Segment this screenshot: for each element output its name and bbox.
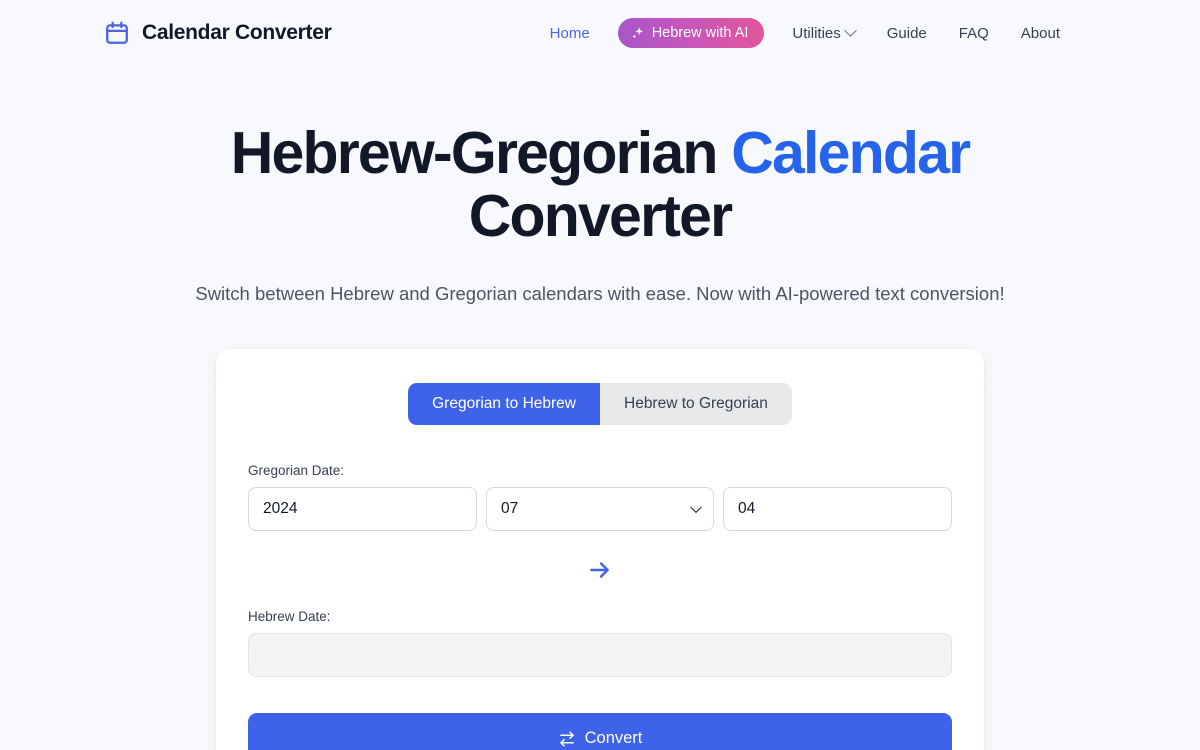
converter-card: Gregorian to Hebrew Hebrew to Gregorian …	[216, 349, 984, 750]
month-select-wrapper: 07	[486, 486, 714, 531]
year-input[interactable]	[248, 486, 477, 531]
gregorian-date-row: 07	[248, 486, 952, 531]
site-header: Calendar Converter Home Hebrew with AI U…	[0, 0, 1200, 66]
nav-item-guide[interactable]: Guide	[871, 19, 943, 48]
brand-logo[interactable]: Calendar Converter	[104, 20, 332, 46]
page-subtitle: Switch between Hebrew and Gregorian cale…	[195, 283, 1005, 305]
tab-gregorian-to-hebrew[interactable]: Gregorian to Hebrew	[408, 383, 600, 425]
nav-item-home[interactable]: Home	[534, 19, 606, 48]
nav-item-guide-label: Guide	[886, 24, 927, 42]
nav-item-faq[interactable]: FAQ	[943, 19, 1005, 48]
hebrew-date-label: Hebrew Date:	[248, 608, 331, 624]
nav-item-utilities-label: Utilities	[792, 24, 841, 42]
month-select[interactable]: 07	[486, 486, 714, 531]
page-title: Hebrew-Gregorian Calendar Converter	[220, 122, 980, 247]
sparkles-icon	[631, 26, 646, 41]
nav-item-faq-label: FAQ	[958, 24, 989, 42]
nav-item-utilities[interactable]: Utilities	[776, 19, 870, 48]
direction-indicator	[248, 557, 952, 583]
calendar-icon	[104, 20, 130, 46]
swap-horizontal-icon	[558, 730, 576, 748]
chevron-down-icon	[843, 23, 857, 37]
nav-item-about-label: About	[1020, 24, 1060, 42]
hebrew-date-output[interactable]	[248, 632, 952, 677]
hero-section: Hebrew-Gregorian Calendar Converter Swit…	[0, 66, 1200, 305]
gregorian-date-label: Gregorian Date:	[248, 462, 345, 478]
nav-item-home-label: Home	[549, 24, 590, 42]
day-input[interactable]	[723, 486, 952, 531]
page-title-accent: Calendar	[731, 120, 971, 186]
page-title-part-2: Converter	[468, 182, 733, 249]
conversion-direction-tabs: Gregorian to Hebrew Hebrew to Gregorian	[248, 383, 952, 425]
page-title-part-1: Hebrew-Gregorian	[230, 120, 732, 186]
main-navigation: Home Hebrew with AI Utilities Guide FAQ …	[534, 18, 1176, 48]
tab-hebrew-to-gregorian[interactable]: Hebrew to Gregorian	[600, 383, 792, 425]
nav-item-hebrew-with-ai[interactable]: Hebrew with AI	[617, 18, 765, 48]
convert-button-label: Convert	[584, 729, 643, 748]
brand-name: Calendar Converter	[142, 21, 332, 44]
nav-item-hebrew-with-ai-label: Hebrew with AI	[651, 25, 749, 41]
nav-item-about[interactable]: About	[1005, 19, 1076, 48]
convert-button[interactable]: Convert	[248, 712, 952, 750]
arrow-right-icon	[587, 557, 613, 583]
